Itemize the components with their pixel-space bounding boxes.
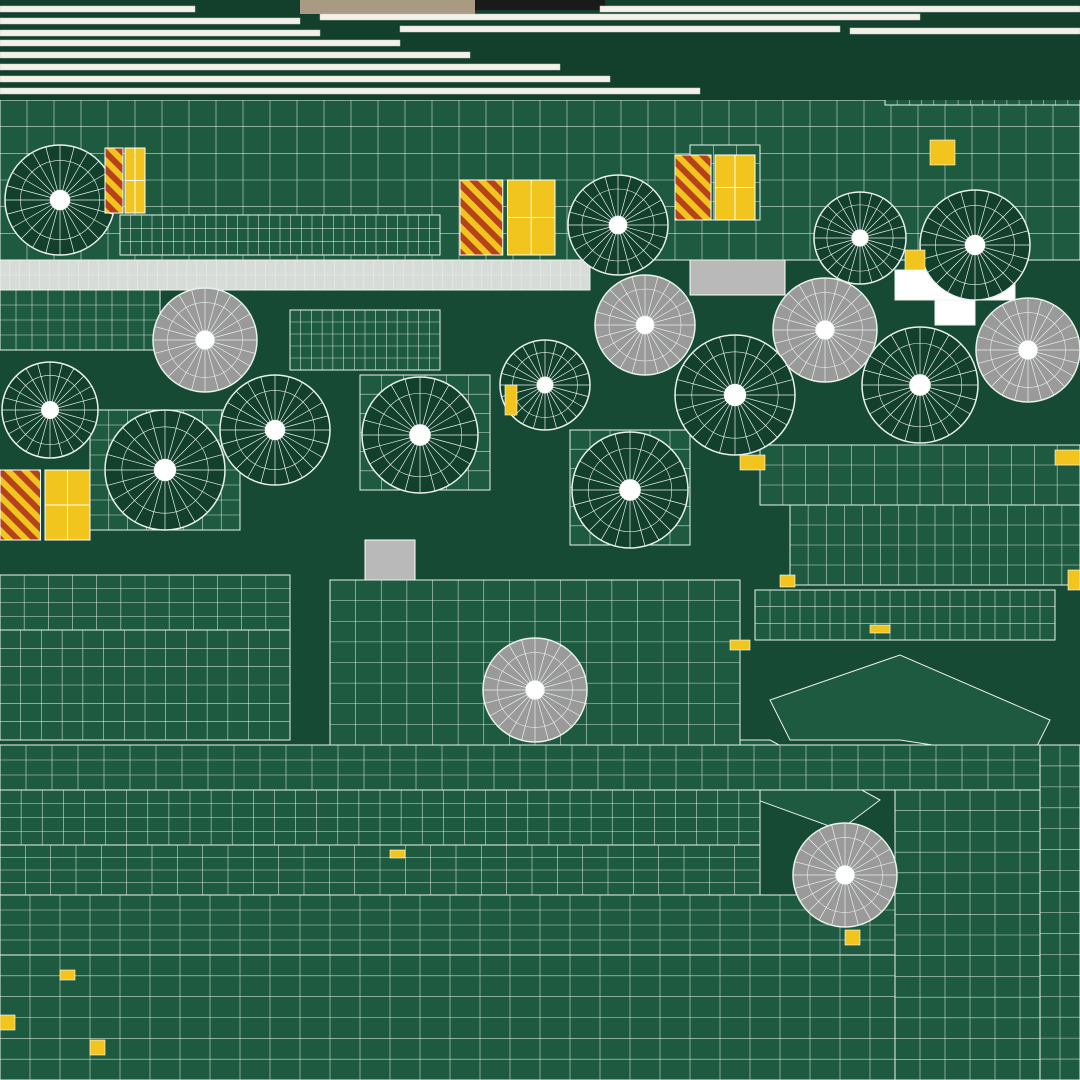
dish-gray — [772, 277, 878, 383]
right-mid-strip — [754, 589, 1056, 641]
hazard-stripes — [0, 469, 41, 541]
right-band — [759, 444, 1080, 506]
dish-hub — [195, 330, 215, 350]
dish-hub — [964, 234, 986, 256]
upper-left-grid — [0, 289, 161, 351]
dish-hub — [40, 400, 60, 420]
dish-green — [674, 334, 796, 456]
long-hull-strip-b — [0, 789, 761, 846]
header-stripe — [0, 75, 611, 83]
yellow-accent — [1054, 449, 1080, 466]
yellow-accent — [929, 139, 956, 166]
yellow-accent — [1067, 569, 1080, 591]
dish-green — [571, 431, 689, 549]
yellow-accent — [779, 574, 796, 588]
header-stripe — [319, 13, 921, 21]
dish-hub — [49, 189, 71, 211]
hazard-block — [104, 147, 146, 214]
dish-hub — [815, 320, 835, 340]
header-stripe — [0, 63, 561, 71]
yellow-accent — [504, 384, 518, 416]
dish-hub — [608, 215, 628, 235]
dish-green — [104, 409, 226, 531]
hazard-stripes — [104, 147, 124, 214]
dish-hub — [723, 383, 747, 407]
header-stripe — [399, 25, 841, 33]
dish-hub — [536, 376, 554, 394]
dish-hub — [909, 374, 931, 396]
yellow-accent — [389, 849, 406, 859]
dish-hub — [635, 315, 655, 335]
right-upper-mid-panel — [789, 504, 1080, 586]
yellow-accent — [869, 624, 891, 634]
hazard-block — [674, 154, 756, 221]
long-hull-strip-c — [0, 844, 761, 896]
dish-green — [919, 189, 1031, 301]
dish-hub — [851, 229, 869, 247]
dish-green — [1, 361, 99, 459]
header-stripe — [0, 39, 401, 47]
dish-gray — [152, 287, 258, 393]
dish-hub — [525, 680, 545, 700]
dish-green — [361, 376, 479, 494]
dish-hub — [619, 479, 641, 501]
hazard-stripes — [459, 179, 504, 256]
dish-green — [813, 191, 907, 285]
dish-hub — [153, 458, 177, 482]
dish-hub — [264, 419, 286, 441]
dish-gray — [482, 637, 588, 743]
header-stripe — [599, 5, 1080, 13]
top-left-rib-panel — [119, 214, 441, 256]
dish-hub — [1018, 340, 1038, 360]
header-tan-strip — [300, 0, 475, 14]
dish-gray — [594, 274, 696, 376]
uv-texture-canvas — [0, 0, 1080, 1080]
dish-hub — [409, 424, 431, 446]
yellow-accent — [904, 249, 926, 271]
gray-panel — [364, 539, 416, 586]
yellow-accent — [739, 454, 766, 471]
yellow-accent — [0, 1014, 16, 1031]
dish-hub — [835, 865, 855, 885]
dish-gray — [975, 297, 1080, 403]
header-stripe — [849, 27, 1080, 35]
header-stripe — [0, 87, 701, 95]
white-rib-strip — [0, 259, 591, 291]
left-lower-panel — [0, 629, 291, 741]
dish-green — [861, 326, 979, 444]
left-mid-strip — [0, 574, 291, 631]
dish-green — [219, 374, 331, 486]
striped-panel — [289, 309, 441, 371]
hazard-block — [459, 179, 556, 256]
hazard-block — [0, 469, 91, 541]
header-stripe — [0, 5, 196, 13]
right-edge-strip — [1039, 744, 1080, 1080]
header-stripe — [0, 17, 301, 25]
right-tall-panel — [894, 789, 1046, 1080]
header-stripe — [0, 51, 471, 59]
header-stripes — [0, 0, 1080, 100]
header-stripe — [0, 29, 321, 37]
yellow-accent — [59, 969, 76, 981]
yellow-accent — [844, 929, 861, 946]
long-hull-strip-a — [0, 744, 1041, 791]
header-dark-strip — [475, 0, 605, 10]
dish-gray — [792, 822, 898, 928]
dish-green — [567, 174, 669, 276]
long-hull-strip-e — [0, 954, 901, 1080]
hazard-stripes — [674, 154, 712, 221]
dish-green — [4, 144, 116, 256]
yellow-accent — [89, 1039, 106, 1056]
long-hull-strip-d — [0, 894, 901, 956]
yellow-accent — [729, 639, 751, 651]
